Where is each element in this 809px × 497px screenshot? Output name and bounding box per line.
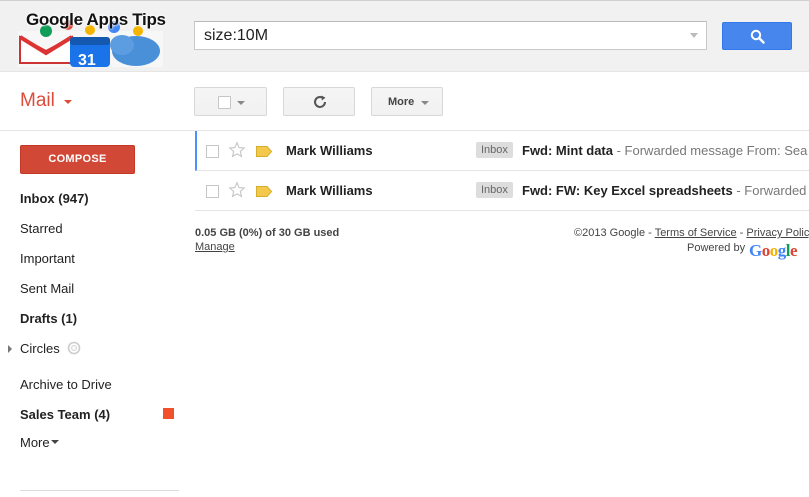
more-chevron-down-icon [421,101,429,105]
select-all-checkbox[interactable] [218,96,231,109]
message-subject-text: Fwd: Mint data [522,143,613,158]
important-marker-icon[interactable] [256,186,272,197]
message-checkbox[interactable] [206,185,219,198]
sidebar-item-more[interactable]: More [20,435,50,450]
message-label-badge[interactable]: Inbox [476,142,513,158]
sidebar-item-drafts[interactable]: Drafts (1) [20,311,77,326]
svg-text:31: 31 [78,52,96,67]
google-logo: Google [749,241,798,260]
search-options-chevron-down-icon[interactable] [690,33,698,38]
sidebar-item-sent-mail[interactable]: Sent Mail [20,281,74,296]
message-snippet: - Forwarded [732,183,807,198]
manage-storage-link[interactable]: Manage [195,241,235,253]
message-subject: Fwd: Mint data - Forwarded message From:… [522,143,807,158]
compose-button[interactable]: COMPOSE [20,145,135,174]
circles-expand-arrow-icon[interactable] [8,345,12,353]
top-header: 31 Google Apps Tips [0,0,809,72]
sidebar-item-important[interactable]: Important [20,251,75,266]
refresh-button[interactable] [283,87,355,116]
message-row[interactable]: Mark Williams Inbox Fwd: FW: Key Excel s… [195,171,809,211]
sidebar-item-inbox[interactable]: Inbox (947) [20,191,89,206]
message-label-badge[interactable]: Inbox [476,182,513,198]
footer-separator: - [736,227,747,239]
message-sender: Mark Williams [286,183,373,198]
footer-links: ©2013 Google - Terms of Service - Privac… [574,227,809,239]
logo-title: Google Apps Tips [26,10,166,29]
sidebar-item-sales-team[interactable]: Sales Team (4) [20,407,110,422]
message-checkbox[interactable] [206,145,219,158]
terms-of-service-link[interactable]: Terms of Service [655,227,737,239]
message-subject-text: Fwd: FW: Key Excel spreadsheets [522,183,733,198]
app-switcher-chevron-down-icon[interactable] [64,100,72,104]
star-icon[interactable] [228,141,246,159]
message-sender: Mark Williams [286,143,373,158]
sidebar-bottom-divider [20,490,179,491]
powered-by-text: Powered by [687,242,746,254]
sidebar-item-circles[interactable]: Circles [20,341,60,356]
sales-team-label-color-swatch[interactable] [163,408,174,419]
search-box[interactable] [194,21,707,50]
message-subject: Fwd: FW: Key Excel spreadsheets - Forwar… [522,183,806,198]
more-actions-button[interactable]: More [371,87,443,116]
copyright-text: ©2013 Google - [574,227,655,239]
refresh-icon [314,95,326,108]
search-input[interactable] [195,22,675,49]
app-switcher-mail[interactable]: Mail [20,90,55,112]
sidebar-item-archive-to-drive[interactable]: Archive to Drive [20,377,112,392]
message-snippet: - Forwarded message From: Sea [613,143,808,158]
search-button[interactable] [722,22,792,50]
select-button[interactable] [194,87,267,116]
important-marker-icon[interactable] [256,146,272,157]
message-row[interactable]: Mark Williams Inbox Fwd: Mint data - For… [195,131,809,171]
google-apps-tips-logo[interactable]: 31 Google Apps Tips [18,7,166,69]
more-actions-label: More [388,96,415,108]
select-chevron-down-icon[interactable] [237,101,245,105]
star-icon[interactable] [228,181,246,199]
search-icon [750,29,765,44]
storage-usage: 0.05 GB (0%) of 30 GB used [195,227,340,239]
privacy-policy-link[interactable]: Privacy Policy [746,227,809,239]
circles-icon [67,341,81,355]
sidebar-more-chevron-down-icon[interactable] [51,440,59,444]
sidebar-item-starred[interactable]: Starred [20,221,63,236]
